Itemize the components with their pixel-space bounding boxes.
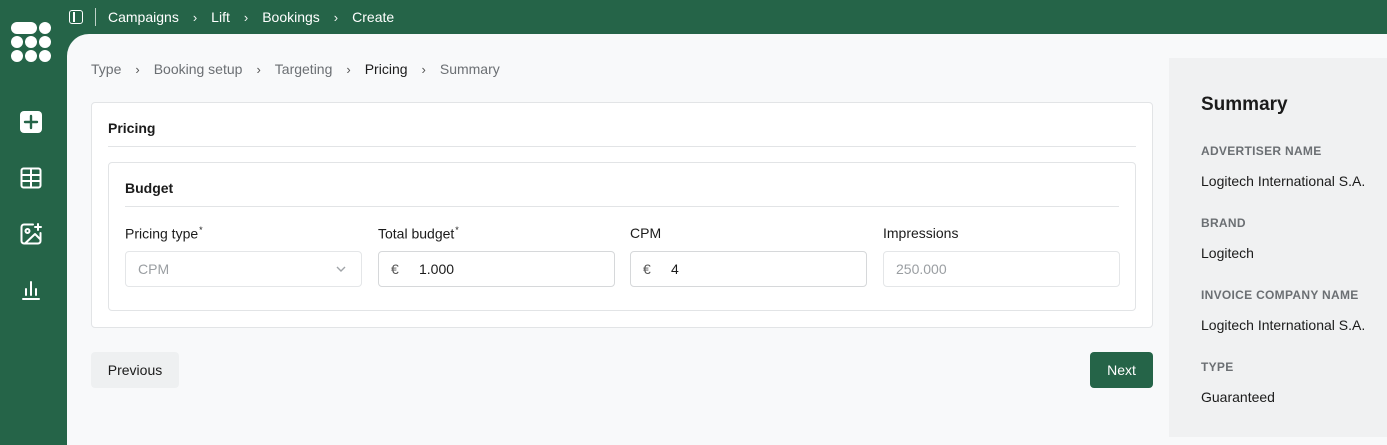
budget-title: Budget — [125, 180, 174, 196]
impressions-label: Impressions — [883, 225, 959, 241]
pricing-type-select[interactable]: CPM — [125, 251, 362, 287]
total-budget-label: Total budget* — [378, 225, 459, 242]
total-budget-value: 1.000 — [419, 261, 455, 277]
divider — [108, 146, 1136, 147]
summary-value-type: Guaranteed — [1201, 389, 1275, 405]
summary-value-brand: Logitech — [1201, 245, 1254, 261]
divider — [125, 206, 1119, 207]
chevron-right-icon: › — [256, 61, 261, 77]
summary-title: Summary — [1201, 94, 1288, 115]
cpm-value: 4 — [671, 261, 679, 277]
chevron-right-icon: › — [135, 61, 140, 77]
pricing-type-field: Pricing type* CPM — [125, 225, 362, 287]
step-pricing[interactable]: Pricing — [365, 61, 408, 77]
euro-icon: € — [643, 261, 651, 277]
cpm-input[interactable]: € 4 — [630, 251, 867, 287]
step-targeting[interactable]: Targeting — [275, 61, 333, 77]
main-panel: Type › Booking setup › Targeting › Prici… — [67, 34, 1387, 445]
pricing-type-label: Pricing type* — [125, 225, 203, 242]
summary-value-invoice-company: Logitech International S.A. — [1201, 317, 1366, 333]
chevron-right-icon: › — [421, 61, 426, 77]
total-budget-field: Total budget* € 1.000 — [378, 225, 615, 287]
chevron-right-icon: › — [243, 9, 249, 25]
step-summary[interactable]: Summary — [440, 61, 500, 77]
table-icon[interactable] — [19, 166, 43, 190]
impressions-field: Impressions 250.000 — [883, 225, 1120, 287]
cpm-label: CPM — [630, 225, 662, 241]
app-logo[interactable] — [11, 22, 51, 62]
summary-label-brand: Brand — [1201, 216, 1246, 230]
sidebar — [0, 0, 67, 445]
impressions-placeholder: 250.000 — [896, 261, 947, 277]
pricing-title: Pricing — [108, 120, 156, 136]
chevron-right-icon: › — [192, 9, 198, 25]
total-budget-input[interactable]: € 1.000 — [378, 251, 615, 287]
breadcrumb-lift[interactable]: Lift — [211, 9, 230, 25]
image-add-icon[interactable] — [19, 222, 43, 246]
budget-section: Budget Pricing type* CPM Total budget* €… — [108, 162, 1136, 311]
cpm-field: CPM € 4 — [630, 225, 867, 287]
topbar: Campaigns › Lift › Bookings › Create — [67, 0, 1387, 34]
wizard-steps: Type › Booking setup › Targeting › Prici… — [91, 61, 500, 77]
step-type[interactable]: Type — [91, 61, 121, 77]
breadcrumb-bookings[interactable]: Bookings — [262, 9, 320, 25]
summary-value-advertiser: Logitech International S.A. — [1201, 173, 1366, 189]
summary-label-advertiser: Advertiser name — [1201, 144, 1322, 158]
summary-panel: Summary Advertiser name Logitech Interna… — [1169, 58, 1387, 437]
plus-square-icon[interactable] — [19, 110, 43, 134]
chevron-down-icon — [336, 266, 346, 272]
breadcrumb-campaigns[interactable]: Campaigns — [108, 9, 179, 25]
chevron-right-icon: › — [346, 61, 351, 77]
step-booking-setup[interactable]: Booking setup — [154, 61, 243, 77]
summary-label-type: Type — [1201, 360, 1234, 374]
impressions-input[interactable]: 250.000 — [883, 251, 1120, 287]
summary-label-invoice-company: Invoice company name — [1201, 288, 1359, 302]
pricing-card: Pricing Budget Pricing type* CPM Total b… — [91, 102, 1153, 328]
previous-button[interactable]: Previous — [91, 352, 179, 388]
breadcrumb-create: Create — [352, 9, 395, 25]
next-button[interactable]: Next — [1090, 352, 1153, 388]
bar-chart-icon[interactable] — [19, 278, 43, 302]
sidebar-toggle-icon[interactable] — [69, 10, 83, 24]
chevron-right-icon: › — [333, 9, 339, 25]
euro-icon: € — [391, 261, 399, 277]
pricing-type-value: CPM — [138, 261, 170, 277]
divider — [95, 8, 96, 26]
